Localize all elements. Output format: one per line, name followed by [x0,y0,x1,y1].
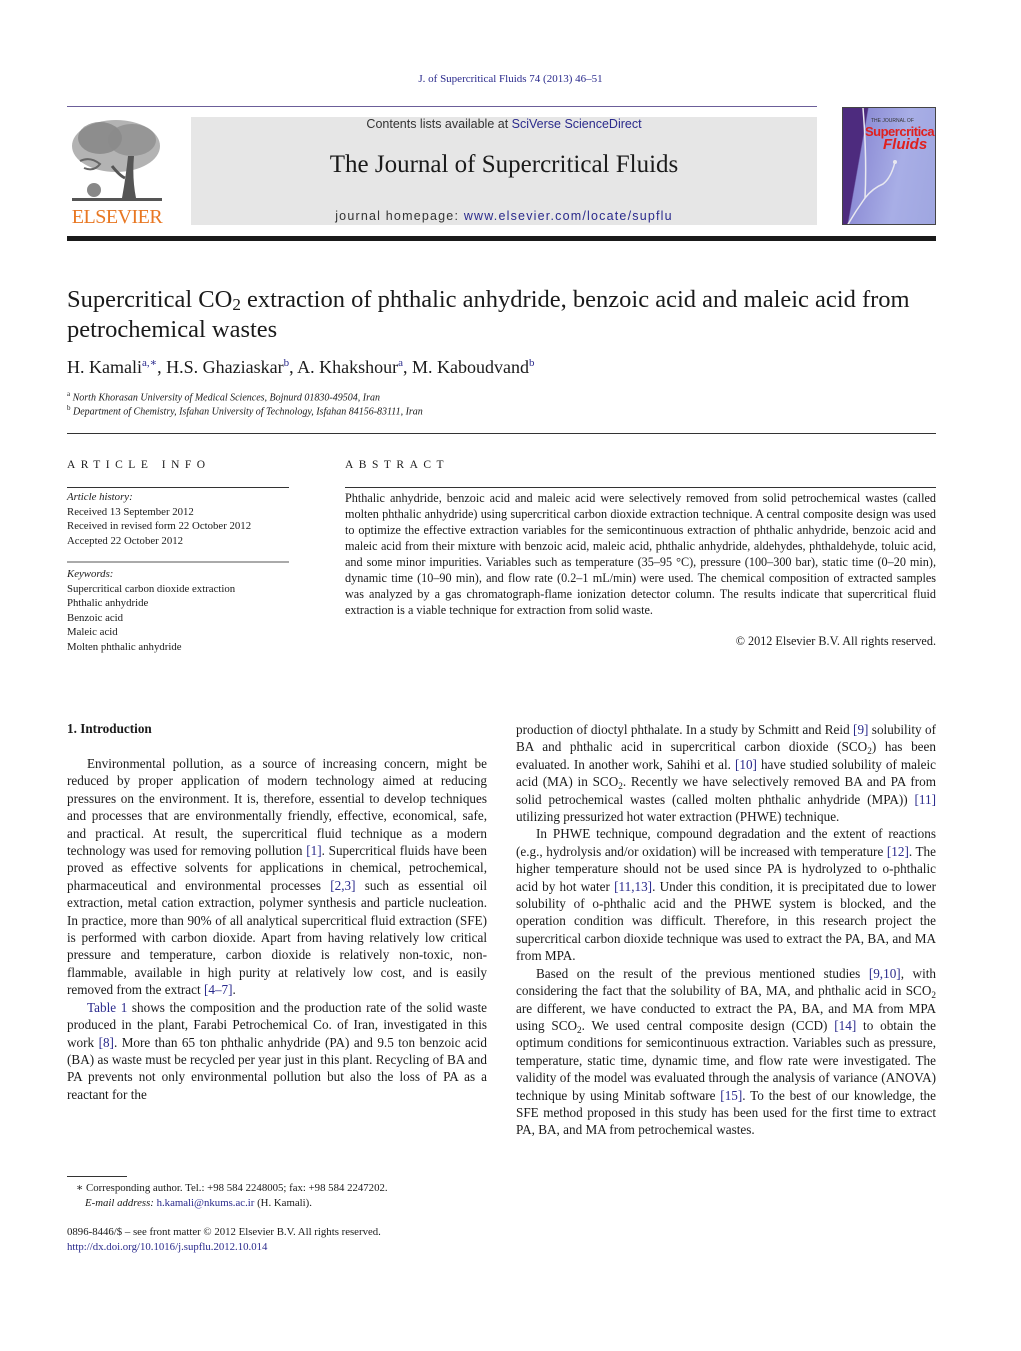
article-history: Article history: Received 13 September 2… [67,490,297,548]
history-revised: Received in revised form 22 October 2012 [67,520,252,532]
history-accepted: Accepted 22 October 2012 [67,534,184,547]
citation-link[interactable]: [11,13] [614,879,652,894]
paragraph: In PHWE technique, compound degradation … [516,826,937,964]
keyword: Phthalic anhydride [67,597,149,609]
author-list: H. Kamalia,∗, H.S. Ghaziaskarb, A. Khaks… [67,357,535,377]
keyword: Benzoic acid [67,611,124,624]
author-name: M. Kaboudvand [411,357,529,377]
subscript: 2 [577,1024,582,1035]
author[interactable]: M. Kaboudvandb [412,357,534,377]
keywords-label: Keywords: [67,568,114,580]
citation-link[interactable]: [4–7] [204,982,233,997]
citation-link[interactable]: [10] [735,757,757,772]
journal-title: The Journal of Supercritical Fluids [329,151,679,178]
issn-line: 0896-8446/$ – see front matter © 2012 El… [67,1226,381,1238]
keywords-rule [67,561,289,563]
author-affil-mark[interactable]: b [529,357,535,369]
title-part1: Supercritical CO [67,286,233,313]
email-label: E-mail address: [85,1197,154,1209]
paragraph: Based on the result of the previous ment… [516,965,937,1138]
abstract-rule [345,487,936,488]
citation-link[interactable]: [8] [99,1035,114,1050]
affiliation-mark: b [67,404,71,412]
abstract-copyright: © 2012 Elsevier B.V. All rights reserved… [735,634,936,648]
citation-link[interactable]: [2,3] [330,878,355,893]
abstract-heading: ABSTRACT [345,459,450,471]
subscript: 2 [867,746,872,757]
citation-link[interactable]: [12] [887,844,909,859]
author[interactable]: H.S. Ghaziaskarb [166,357,289,377]
elsevier-tree-icon [72,120,162,201]
affiliation-text: Department of Chemistry, Isfahan Univers… [73,406,423,418]
keyword: Maleic acid [67,626,118,638]
journal-cover-image[interactable]: THE JOURNAL OF Supercritical Fluids [842,107,936,225]
article-title: Supercritical CO2 extraction of phthalic… [67,285,947,345]
author-affil-mark[interactable]: a,∗ [142,357,157,369]
keyword: Molten phthalic anhydride [67,640,182,653]
contents-line: Contents lists available at SciVerse Sci… [191,117,817,131]
article-info-rule [67,487,289,488]
email-link[interactable]: h.kamali@nkums.ac.ir [157,1197,255,1209]
affiliation-mark: a [67,390,71,398]
contents-prefix: Contents lists available at [366,117,512,131]
running-head[interactable]: J. of Supercritical Fluids 74 (2013) 46–… [0,73,1021,85]
subscript: 2 [618,781,623,792]
history-received: Received 13 September 2012 [67,505,194,518]
citation-link[interactable]: Table 1 [87,1000,127,1015]
title-divider [67,433,936,434]
citation-link[interactable]: [1] [306,843,321,858]
author-affil-mark[interactable]: b [284,357,290,369]
journal-banner: Contents lists available at SciVerse Sci… [191,117,817,225]
citation-link[interactable]: [11] [915,792,936,807]
homepage-link[interactable]: www.elsevier.com/locate/supflu [464,209,673,223]
footnote-rule [67,1176,127,1177]
citation-link[interactable]: [15] [720,1088,742,1103]
homepage-label: journal homepage: [335,209,464,223]
paragraph: production of dioctyl phthalate. In a st… [516,722,937,825]
front-matter: 0896-8446/$ – see front matter © 2012 El… [67,1225,381,1255]
affiliation: b Department of Chemistry, Isfahan Unive… [67,404,423,417]
journal-homepage: journal homepage: www.elsevier.com/locat… [191,209,817,223]
affiliation: a North Khorasan University of Medical S… [67,390,380,403]
paragraph: Environmental pollution, as a source of … [67,756,488,998]
section-heading-introduction: 1. Introduction [67,721,152,736]
keyword: Supercritical carbon dioxide extraction [67,582,236,595]
citation-link[interactable]: [9,10] [869,966,901,981]
elsevier-wordmark: ELSEVIER [71,206,163,228]
author[interactable]: A. Khakshoura [297,357,403,377]
author-name: H. Kamali [67,357,142,377]
sciencedirect-link[interactable]: SciVerse ScienceDirect [512,117,642,131]
citation-link[interactable]: [14] [834,1018,856,1033]
affiliation-text: North Khorasan University of Medical Sci… [72,392,380,404]
author-name: H.S. Ghaziaskar [166,357,284,377]
author-affil-mark[interactable]: a [398,357,403,369]
header-rule [67,106,817,107]
corresponding-author-footnote: ∗ Corresponding author. Tel.: +98 584 22… [76,1181,388,1211]
footnote-mark: ∗ [76,1182,84,1194]
doi-link[interactable]: http://dx.doi.org/10.1016/j.supflu.2012.… [67,1240,381,1255]
email-suffix: (H. Kamali). [254,1197,312,1209]
citation-link[interactable]: [9] [853,722,868,737]
title-subscript: 2 [232,295,241,314]
keywords: Keywords: Supercritical carbon dioxide e… [67,567,297,654]
paragraph: Table 1 shows the composition and the pr… [67,999,487,1102]
article-info-heading: ARTICLE INFO [67,459,211,471]
subscript: 2 [931,990,936,1001]
footnote-contact: Corresponding author. Tel.: +98 584 2248… [86,1182,388,1194]
body-column-right: production of dioctyl phthalate. In a st… [516,721,936,1139]
history-label: Article history: [67,491,133,503]
body-column-left: Environmental pollution, as a source of … [67,755,487,1103]
cover-title-line2: Fluids [883,136,928,153]
abstract-text: Phthalic anhydride, benzoic acid and mal… [345,491,936,617]
elsevier-logo[interactable]: ELSEVIER [66,114,168,230]
header-thick-rule [67,236,936,241]
author[interactable]: H. Kamalia,∗ [67,357,157,377]
author-name: A. Khakshour [297,357,399,377]
